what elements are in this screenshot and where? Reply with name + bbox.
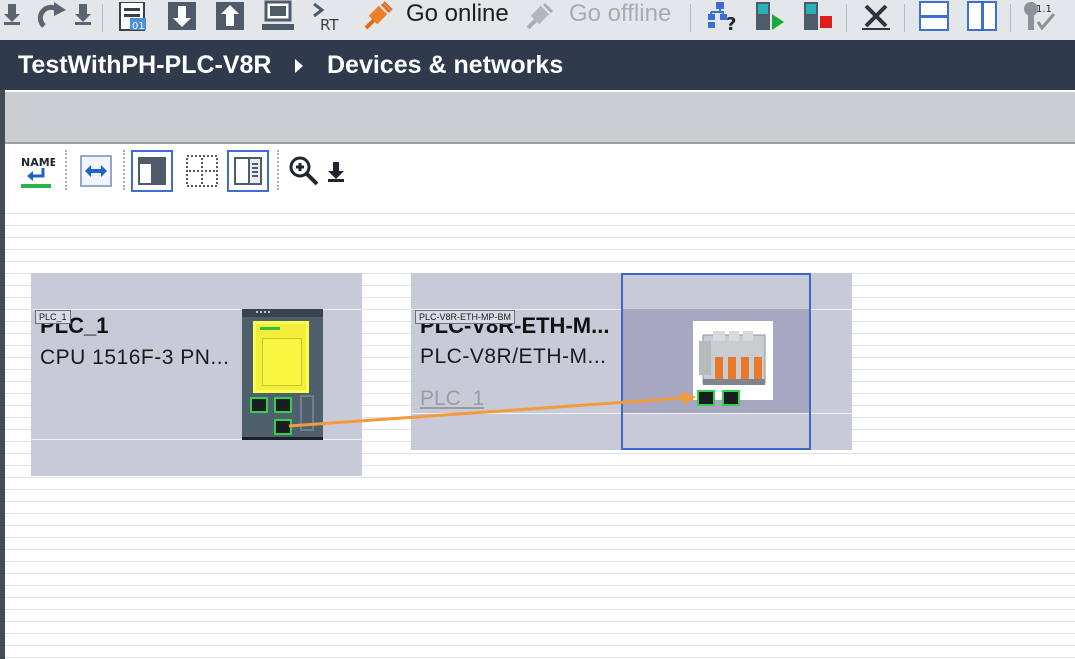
connection-layer xyxy=(288,391,696,428)
profinet-connection[interactable] xyxy=(288,396,685,428)
connection-arrowhead xyxy=(681,391,696,405)
